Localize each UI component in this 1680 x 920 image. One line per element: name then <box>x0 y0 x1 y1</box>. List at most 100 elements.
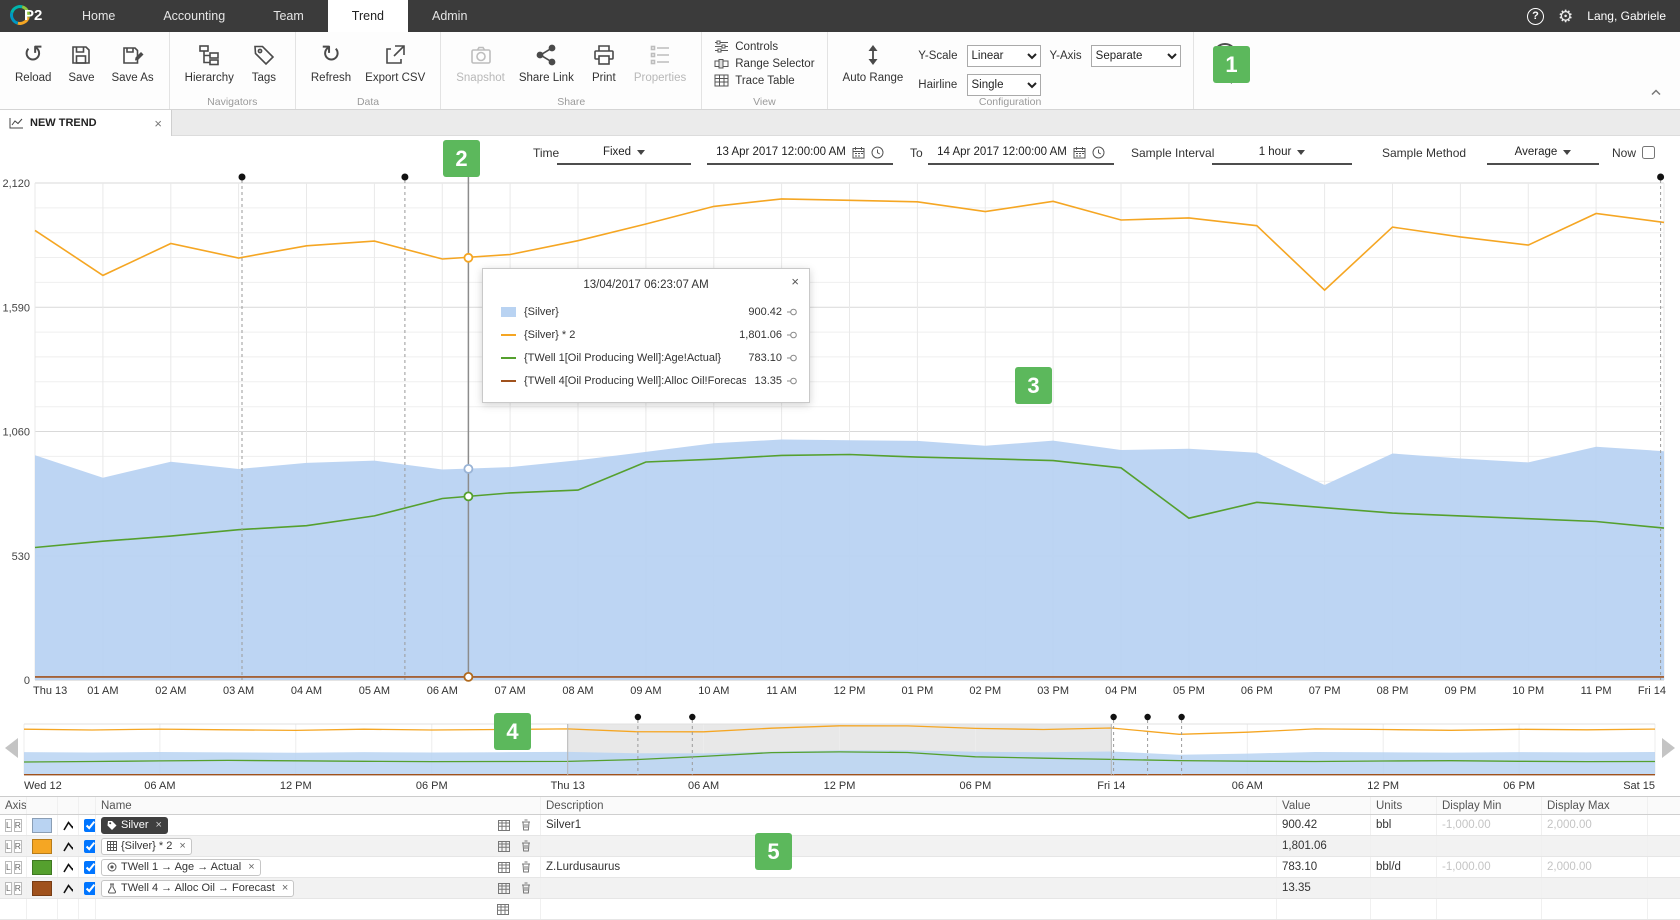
pin-icon[interactable] <box>787 353 797 363</box>
svg-text:06 AM: 06 AM <box>688 780 719 792</box>
axis-right-toggle[interactable]: R <box>14 882 22 895</box>
trace-grid-icon[interactable] <box>498 820 510 831</box>
display-max-cell[interactable]: 2,000.00 <box>1542 815 1648 835</box>
tags-button[interactable]: Tags <box>241 37 287 87</box>
collapse-ribbon-icon[interactable] <box>1650 85 1662 99</box>
pin-icon[interactable] <box>787 307 797 317</box>
header-value: Value <box>1277 797 1371 814</box>
series-chip[interactable]: Silver × <box>101 817 168 834</box>
print-button[interactable]: Print <box>581 37 627 87</box>
delete-row-icon[interactable] <box>521 861 531 873</box>
display-min-cell[interactable]: -1,000.00 <box>1437 857 1542 877</box>
axis-left-toggle[interactable]: L <box>5 861 12 874</box>
refresh-button[interactable]: ↻ Refresh <box>304 37 358 87</box>
target-icon <box>107 862 117 872</box>
display-min-cell[interactable] <box>1437 836 1542 856</box>
series-color-swatch[interactable] <box>32 839 52 854</box>
share-link-button[interactable]: Share Link <box>512 37 581 87</box>
nav-item-accounting[interactable]: Accounting <box>139 0 249 32</box>
view-range-selector-toggle[interactable]: Range Selector <box>714 57 814 70</box>
axis-left-toggle[interactable]: L <box>5 882 12 895</box>
tab-close-icon[interactable]: × <box>154 116 162 131</box>
series-chip[interactable]: TWell 4 → Alloc Oil → Forecast × <box>101 880 294 897</box>
time-mode-dropdown[interactable]: Fixed <box>557 141 691 165</box>
display-min-cell[interactable]: -1,000.00 <box>1437 815 1542 835</box>
calendar-icon[interactable] <box>852 146 865 159</box>
svg-text:05 AM: 05 AM <box>359 685 390 697</box>
display-min-cell[interactable] <box>1437 878 1542 898</box>
now-checkbox[interactable] <box>1642 146 1655 159</box>
save-button[interactable]: Save <box>58 37 104 87</box>
series-color-swatch[interactable] <box>32 881 52 896</box>
tooltip-close-icon[interactable]: × <box>791 274 799 289</box>
display-max-cell[interactable]: 2,000.00 <box>1542 857 1648 877</box>
series-chip[interactable]: {Silver} * 2 × <box>101 838 192 855</box>
delete-row-icon[interactable] <box>521 840 531 852</box>
hairline-select[interactable]: Single <box>967 74 1041 96</box>
line-style-icon[interactable] <box>63 882 73 895</box>
series-color-swatch[interactable] <box>32 860 52 875</box>
gear-icon[interactable]: ⚙ <box>1558 8 1573 25</box>
hierarchy-button[interactable]: Hierarchy <box>178 37 241 87</box>
line-style-icon[interactable] <box>63 819 73 832</box>
range-scroll-right-icon[interactable] <box>1662 738 1675 758</box>
svg-text:09 AM: 09 AM <box>630 685 661 697</box>
export-csv-button[interactable]: Export CSV <box>358 37 432 87</box>
display-max-cell[interactable] <box>1542 836 1648 856</box>
series-visible-checkbox[interactable] <box>84 819 96 832</box>
pin-icon[interactable] <box>787 376 797 386</box>
table-row: L R TWell 1 → Age → Actual × Z.Lurdusaur… <box>0 857 1680 878</box>
trace-grid-icon[interactable] <box>498 862 510 873</box>
clock-icon[interactable] <box>1092 146 1105 159</box>
series-chip[interactable]: TWell 1 → Age → Actual × <box>101 859 261 876</box>
trace-grid-icon[interactable] <box>498 841 510 852</box>
line-style-icon[interactable] <box>63 840 73 853</box>
series-visible-checkbox[interactable] <box>84 861 96 874</box>
display-max-cell[interactable] <box>1542 878 1648 898</box>
save-as-button[interactable]: Save As <box>104 37 160 87</box>
range-selector-chart[interactable]: Wed 1206 AM12 PM06 PMThu 1306 AM12 PM06 … <box>0 708 1680 799</box>
user-name[interactable]: Lang, Gabriele <box>1587 9 1666 23</box>
line-style-icon[interactable] <box>63 861 73 874</box>
trace-grid-icon[interactable] <box>498 883 510 894</box>
reload-button[interactable]: ↺ Reload <box>8 37 58 87</box>
remove-series-icon[interactable]: × <box>179 840 185 852</box>
remove-series-icon[interactable]: × <box>156 819 162 831</box>
axis-right-toggle[interactable]: R <box>14 819 22 832</box>
auto-range-button[interactable]: Auto Range <box>836 37 911 87</box>
clock-icon[interactable] <box>871 146 884 159</box>
nav-item-trend[interactable]: Trend <box>328 0 408 32</box>
y-scale-select[interactable]: Linear <box>967 45 1041 67</box>
calculation-icon <box>107 841 117 851</box>
nav-item-team[interactable]: Team <box>249 0 328 32</box>
delete-row-icon[interactable] <box>521 882 531 894</box>
from-date-picker[interactable]: 13 Apr 2017 12:00:00 AM <box>707 141 893 165</box>
series-visible-checkbox[interactable] <box>84 882 96 895</box>
range-scroll-left-icon[interactable] <box>5 738 18 758</box>
axis-left-toggle[interactable]: L <box>5 819 12 832</box>
series-color-swatch[interactable] <box>32 818 52 833</box>
y-axis-select[interactable]: Separate <box>1091 45 1181 67</box>
view-controls-toggle[interactable]: Controls <box>714 40 814 53</box>
sample-method-dropdown[interactable]: Average <box>1487 141 1599 165</box>
axis-left-toggle[interactable]: L <box>5 840 12 853</box>
nav-item-admin[interactable]: Admin <box>408 0 491 32</box>
help-icon[interactable]: ? <box>1527 8 1544 25</box>
remove-series-icon[interactable]: × <box>248 861 254 873</box>
axis-right-toggle[interactable]: R <box>14 861 22 874</box>
main-trend-chart[interactable]: Thu 1301 AM02 AM03 AM04 AM05 AM06 AM07 A… <box>0 170 1680 708</box>
y-scale-label: Y-Scale <box>918 50 957 62</box>
nav-item-home[interactable]: Home <box>58 0 139 32</box>
calendar-icon[interactable] <box>1073 146 1086 159</box>
trace-grid-icon[interactable] <box>497 904 509 915</box>
axis-right-toggle[interactable]: R <box>14 840 22 853</box>
sample-interval-dropdown[interactable]: 1 hour <box>1212 141 1352 165</box>
delete-row-icon[interactable] <box>521 819 531 831</box>
pin-icon[interactable] <box>787 330 797 340</box>
series-visible-checkbox[interactable] <box>84 840 96 853</box>
view-trace-table-toggle[interactable]: Trace Table <box>714 74 814 87</box>
remove-series-icon[interactable]: × <box>282 882 288 894</box>
svg-text:03 AM: 03 AM <box>223 685 254 697</box>
to-date-picker[interactable]: 14 Apr 2017 12:00:00 AM <box>928 141 1114 165</box>
tab-new-trend[interactable]: NEW TREND × <box>0 110 172 136</box>
